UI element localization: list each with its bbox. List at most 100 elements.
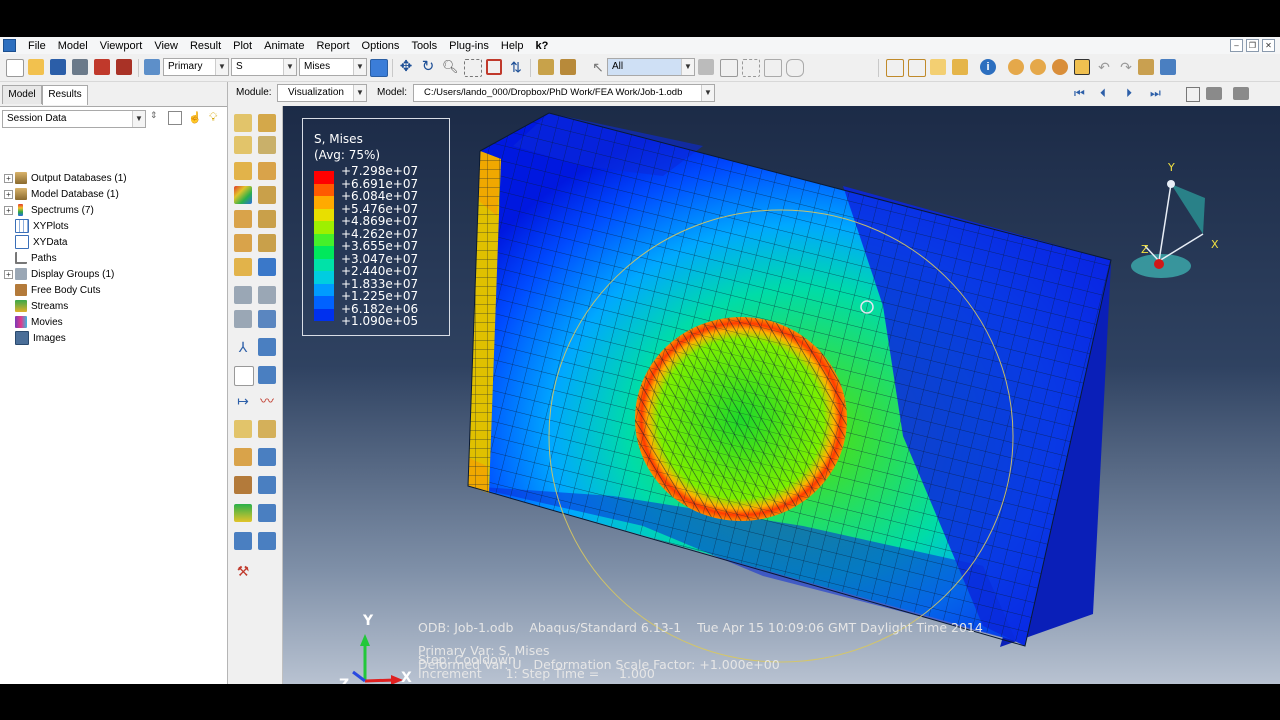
view-cut-options-icon[interactable] xyxy=(234,310,252,328)
path-create-icon[interactable]: ⅄ xyxy=(234,338,252,356)
selection-option-icon[interactable] xyxy=(698,59,714,75)
info-icon[interactable]: i xyxy=(980,59,996,75)
print-icon[interactable] xyxy=(72,59,88,75)
animate-harmonic-icon[interactable] xyxy=(234,234,252,252)
material-orientation-icon[interactable] xyxy=(258,162,276,180)
xy-plot-icon[interactable]: 〰 xyxy=(258,392,276,410)
spectrum-manager-icon[interactable] xyxy=(258,504,276,522)
tree-item-movies[interactable]: Movies xyxy=(4,314,63,330)
xy-data-manager-icon[interactable] xyxy=(258,366,276,384)
free-body-create-icon[interactable] xyxy=(234,448,252,466)
camera-2-icon[interactable] xyxy=(1233,87,1249,100)
view-cut-icon[interactable] xyxy=(234,286,252,304)
menu-viewport[interactable]: Viewport xyxy=(94,40,149,52)
new-file-icon[interactable] xyxy=(6,59,24,77)
menu-help[interactable]: Help xyxy=(495,40,530,52)
menu-model[interactable]: Model xyxy=(52,40,94,52)
minimize-button[interactable]: – xyxy=(1230,39,1243,52)
cursor-icon[interactable]: ↖ xyxy=(590,59,606,75)
tools-icon[interactable] xyxy=(1138,59,1154,75)
movie-save-icon[interactable] xyxy=(234,258,252,276)
save-red-icon[interactable] xyxy=(94,59,110,75)
contour-deformed-icon[interactable] xyxy=(258,136,276,154)
select-lasso-icon[interactable] xyxy=(786,59,804,77)
tab-results[interactable]: Results xyxy=(42,85,88,105)
selection-filter-combo[interactable]: All ▼ xyxy=(607,58,695,76)
auto-fit-icon[interactable] xyxy=(486,59,502,75)
spectrum-create-icon[interactable] xyxy=(234,504,252,522)
view-cube-triad[interactable] xyxy=(1131,180,1205,278)
coordinate-system-manager-icon[interactable] xyxy=(258,532,276,550)
open-folder-icon[interactable] xyxy=(28,59,44,75)
primary-variable-combo[interactable]: Primary ▼ xyxy=(163,58,229,76)
menu-plugins[interactable]: Plug-ins xyxy=(443,40,495,52)
viewport[interactable]: S, Mises (Avg: 75%) +7.298e+07 +6.691e+07… xyxy=(283,106,1280,684)
tree-item-display-groups[interactable]: + Display Groups (1) xyxy=(4,266,114,282)
allow-multiple-plot-icon[interactable] xyxy=(258,186,276,204)
field-output-icon[interactable] xyxy=(144,59,160,75)
module-combo[interactable]: Visualization ▼ xyxy=(277,84,367,102)
view-cut-manager-icon[interactable] xyxy=(258,286,276,304)
deformed-shape-icon[interactable] xyxy=(258,114,276,132)
save-icon[interactable] xyxy=(50,59,66,75)
menu-options[interactable]: Options xyxy=(356,40,406,52)
rotate-icon[interactable]: ↻ xyxy=(420,59,436,75)
menu-plot[interactable]: Plot xyxy=(227,40,258,52)
refresh-icon[interactable] xyxy=(370,59,388,77)
sort-up-down-icon[interactable]: ⇕ xyxy=(150,110,158,121)
select-from-viewport-icon[interactable] xyxy=(538,59,554,75)
create-xy-data-icon[interactable] xyxy=(234,366,254,386)
camera-icon[interactable] xyxy=(1206,87,1222,100)
undo-icon[interactable]: ↶ xyxy=(1096,59,1112,75)
query-tool-icon[interactable] xyxy=(1074,59,1090,75)
movie-options-icon[interactable] xyxy=(258,258,276,276)
tree-item-model-database[interactable]: + Model Database (1) xyxy=(4,186,119,202)
select-from-list-icon[interactable] xyxy=(560,59,576,75)
session-data-combo[interactable]: Session Data ▼ xyxy=(2,110,146,128)
undeformed-shape-icon[interactable] xyxy=(234,114,252,132)
animate-time-icon[interactable] xyxy=(258,210,276,228)
menu-view[interactable]: View xyxy=(148,40,184,52)
animate-scale-icon[interactable] xyxy=(234,210,252,228)
query-arrow-icon[interactable]: ↦ xyxy=(234,392,252,410)
render-style-3-icon[interactable] xyxy=(1052,59,1068,75)
close-button[interactable]: ✕ xyxy=(1262,39,1275,52)
tree-item-paths[interactable]: Paths xyxy=(4,250,57,266)
whats-this-help-button[interactable]: k? xyxy=(530,40,555,52)
tool-hammer-icon[interactable]: ⚒ xyxy=(234,562,252,580)
field-combo[interactable]: S ▼ xyxy=(231,58,297,76)
pan-icon[interactable]: ✥ xyxy=(398,59,414,75)
tree-pointer-icon[interactable]: ☝ xyxy=(188,111,202,124)
tree-item-output-databases[interactable]: + Output Databases (1) xyxy=(4,170,127,186)
model-combo[interactable]: C:/Users/lando_000/Dropbox/PhD Work/FEA … xyxy=(413,84,715,102)
animation-options-icon[interactable] xyxy=(258,234,276,252)
menu-result[interactable]: Result xyxy=(184,40,227,52)
previous-frame-icon[interactable]: ⏴ xyxy=(1100,86,1106,101)
display-options-icon[interactable] xyxy=(234,476,252,494)
tree-item-images[interactable]: Images xyxy=(4,330,66,346)
tree-item-spectrums[interactable]: + Spectrums (7) xyxy=(4,202,94,218)
render-style-icon[interactable] xyxy=(1008,59,1024,75)
shaded-cube-icon[interactable] xyxy=(952,59,968,75)
export-red-icon[interactable] xyxy=(116,59,132,75)
display-group-manager-icon[interactable] xyxy=(258,310,276,328)
render-style-2-icon[interactable] xyxy=(1030,59,1046,75)
box-zoom-icon[interactable] xyxy=(464,59,482,77)
app-menu-icon[interactable] xyxy=(3,39,16,52)
coordinate-system-icon[interactable] xyxy=(234,532,252,550)
display-options-manager-icon[interactable] xyxy=(258,476,276,494)
zoom-icon[interactable]: 🔍︎ xyxy=(442,59,459,75)
tree-item-xyplots[interactable]: XYPlots xyxy=(4,218,69,234)
next-frame-icon[interactable]: ⏵ xyxy=(1126,86,1132,101)
tree-item-free-body-cuts[interactable]: Free Body Cuts xyxy=(4,282,100,298)
cycle-views-icon[interactable]: ⇅ xyxy=(508,59,524,75)
front-view-icon[interactable] xyxy=(908,59,926,77)
first-frame-icon[interactable]: ⏮ xyxy=(1074,86,1085,101)
menu-file[interactable]: File xyxy=(22,40,52,52)
path-manager-icon[interactable] xyxy=(258,338,276,356)
symbol-plot-icon[interactable] xyxy=(234,162,252,180)
table-icon[interactable] xyxy=(1160,59,1176,75)
select-region-icon[interactable] xyxy=(720,59,738,77)
free-body-manager-icon[interactable] xyxy=(258,448,276,466)
cube-view-icon[interactable] xyxy=(930,59,946,75)
